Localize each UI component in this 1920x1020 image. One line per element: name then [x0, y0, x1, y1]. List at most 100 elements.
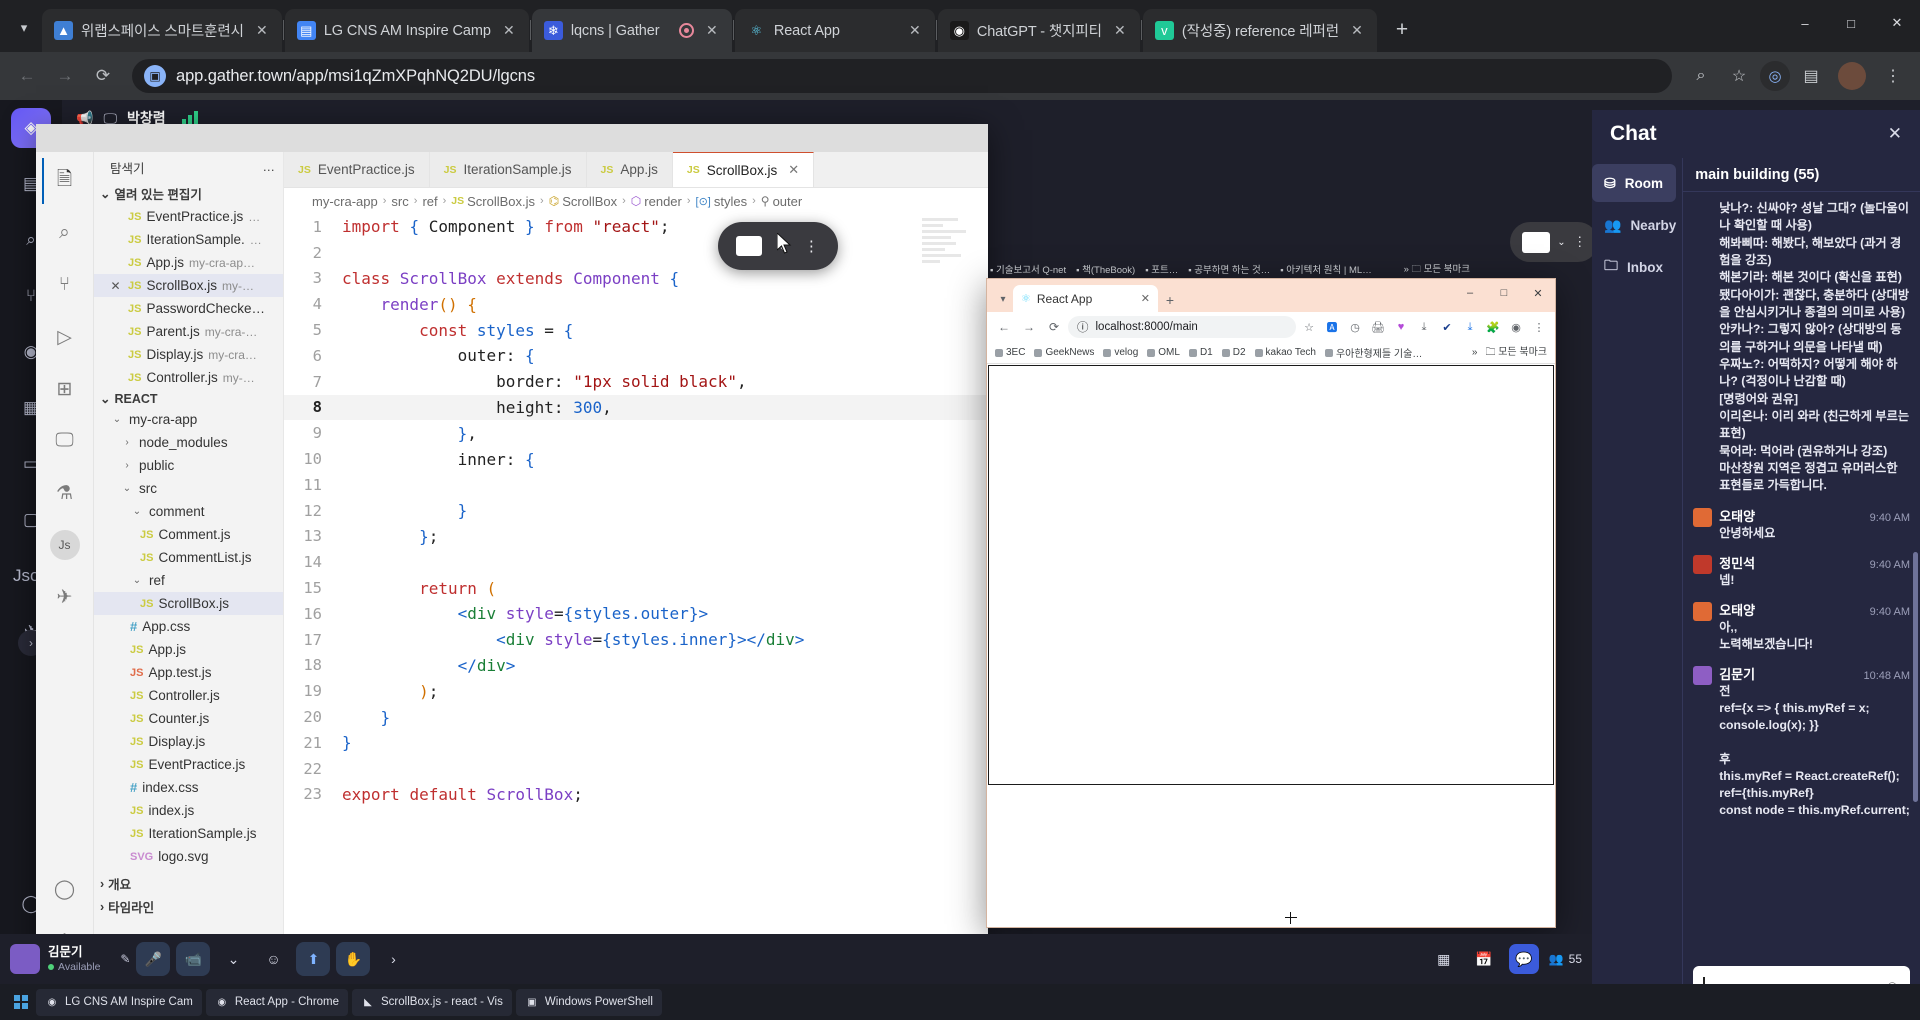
activity-testing-icon[interactable]: ⚗ — [42, 470, 88, 516]
chevron-right-icon[interactable]: › — [120, 460, 134, 471]
code-line-11[interactable]: 11 — [284, 472, 988, 498]
browser-tab-5[interactable]: v (작성중) reference 레퍼런 ✕ — [1142, 9, 1377, 52]
popup-bookmark-7[interactable]: 우아한형제들 기술… — [1324, 345, 1422, 360]
zoom-search-icon[interactable]: ⌕ — [1684, 59, 1718, 93]
code-line-19[interactable]: 19 ); — [284, 678, 988, 704]
open-editor-item-4[interactable]: JS PasswordChecke… — [94, 297, 283, 320]
code-line-17[interactable]: 17 <div style={styles.inner}></div> — [284, 627, 988, 653]
activity-remote-icon[interactable]: 🖵 — [42, 418, 88, 464]
chevron-down-icon[interactable]: ⌄ — [130, 575, 144, 586]
popup-bookmark-4[interactable]: D1 — [1188, 347, 1213, 358]
close-icon[interactable]: ✕ — [905, 21, 925, 41]
close-icon[interactable]: ✕ — [252, 21, 272, 41]
explorer-more-icon[interactable]: … — [263, 160, 276, 174]
activity-explorer-icon[interactable]: 🗎 — [42, 158, 88, 204]
taskbar-item-1[interactable]: ◉ React App - Chrome — [205, 988, 349, 1016]
mic-button[interactable]: 🎤 — [136, 942, 171, 976]
close-icon[interactable]: ✕ — [499, 21, 519, 41]
outer-bookmark-0[interactable]: ▪ 기술보고서 Q-net — [990, 262, 1066, 276]
close-icon[interactable]: ✕ — [702, 21, 722, 41]
editor-tab-0[interactable]: JS EventPractice.js — [284, 152, 430, 187]
code-line-3[interactable]: 3 class ScrollBox extends Component { — [284, 266, 988, 292]
extensions-icon[interactable]: 🧩 — [1483, 317, 1503, 337]
code-line-1[interactable]: 1 import { Component } from "react"; — [284, 214, 988, 240]
tab-search-chevron-icon[interactable]: ▾ — [993, 286, 1013, 312]
back-icon[interactable]: ← — [993, 316, 1015, 338]
new-tab-button[interactable]: + — [1385, 13, 1419, 47]
chat-button[interactable]: 💬 — [1508, 944, 1539, 974]
tree-item-app-js[interactable]: JS App.js — [94, 638, 283, 661]
outer-bookmark-1[interactable]: ▪ 책(TheBook) — [1076, 262, 1135, 276]
tree-item-app-test-js[interactable]: JS App.test.js — [94, 661, 283, 684]
more-button[interactable]: › — [376, 942, 410, 976]
chevron-down-icon[interactable]: ⌄ — [1557, 237, 1565, 248]
close-icon[interactable]: ✕ — [108, 279, 123, 293]
popup-bookmark-1[interactable]: GeekNews — [1034, 347, 1094, 358]
open-editors-section[interactable]: ⌄ 열려 있는 편집기 — [94, 182, 283, 205]
close-icon[interactable]: ✕ — [1110, 21, 1130, 41]
editor-tab-2[interactable]: JS App.js — [586, 152, 673, 187]
code-editor[interactable]: 1 import { Component } from "react"; 2 3 cla… — [284, 214, 988, 940]
code-line-8[interactable]: 8 height: 300, — [284, 394, 988, 421]
code-line-7[interactable]: 7 border: "1px solid black", — [284, 369, 988, 395]
activity-extensions-icon[interactable]: ⊞ — [42, 366, 88, 412]
tree-item-ref[interactable]: ⌄ ref — [94, 569, 283, 592]
code-line-2[interactable]: 2 — [284, 240, 988, 266]
reload-icon[interactable]: ⟳ — [1043, 316, 1065, 338]
editor-tab-3[interactable]: JS ScrollBox.js ✕ — [672, 152, 815, 187]
verified-icon[interactable]: ✔ — [1437, 317, 1457, 337]
breadcrumb-item-5[interactable]: ⬡ render — [631, 194, 682, 209]
timeline-section[interactable]: › 타임라인 — [94, 895, 283, 918]
address-bar[interactable]: ▣ app.gather.town/app/msi1qZmXPqhNQ2DU/l… — [132, 59, 1672, 93]
editor-tab-1[interactable]: JS IterationSample.js — [429, 152, 587, 187]
translate-icon[interactable]: 🅰 — [1322, 317, 1342, 337]
chat-scrollbar[interactable] — [1913, 552, 1918, 802]
tree-item-src[interactable]: ⌄ src — [94, 477, 283, 500]
forward-icon[interactable]: → — [48, 59, 82, 93]
print-icon[interactable]: 🖨 — [1368, 317, 1388, 337]
popup-tab-react-app[interactable]: ⚛ React App ✕ — [1013, 285, 1158, 312]
breadcrumb-item-6[interactable]: [⊙] styles — [696, 194, 748, 209]
activity-account-icon[interactable]: ◯ — [42, 866, 88, 912]
minimap[interactable] — [922, 218, 974, 288]
project-root-section[interactable]: ⌄ REACT — [94, 389, 283, 408]
open-editor-item-3[interactable]: ✕ JS ScrollBox.js my-… — [94, 274, 283, 297]
participants-count[interactable]: 👥 55 — [1549, 952, 1582, 966]
profile-avatar[interactable]: ◉ — [1506, 317, 1526, 337]
breadcrumb-item-7[interactable]: ⚲ outer — [761, 194, 802, 209]
close-icon[interactable]: ✕ — [1347, 21, 1367, 41]
open-editor-item-2[interactable]: JS App.js my-cra-ap… — [94, 251, 283, 274]
popup-bookmark-0[interactable]: 3EC — [995, 347, 1025, 358]
breadcrumb-item-4[interactable]: ⌬ ScrollBox — [549, 194, 617, 209]
close-icon[interactable]: ✕ — [1874, 0, 1920, 46]
breadcrumb-item-2[interactable]: ref — [422, 194, 437, 209]
maximize-icon[interactable]: □ — [1828, 0, 1874, 46]
chevron-down-icon[interactable]: ⌄ — [130, 506, 144, 517]
code-line-14[interactable]: 14 — [284, 549, 988, 575]
code-line-13[interactable]: 13 }; — [284, 524, 988, 550]
chevron-down-icon[interactable]: ⌄ — [110, 414, 124, 425]
activity-json-icon[interactable]: Js — [42, 522, 88, 568]
chat-message-list[interactable]: 낮나?: 신싸야? 성날 그대? (놀다움이나 확인할 때 사용) 해봐삐따: … — [1683, 192, 1920, 958]
minimize-icon[interactable]: – — [1782, 0, 1828, 46]
activity-search-icon[interactable]: ⌕ — [42, 210, 88, 256]
taskbar-item-2[interactable]: ◣ ScrollBox.js - react - Vis — [352, 988, 512, 1016]
camera-button[interactable]: 📹 — [176, 942, 211, 976]
code-line-15[interactable]: 15 return ( — [284, 575, 988, 601]
close-icon[interactable]: ✕ — [1521, 279, 1555, 307]
tree-item-commentlist-js[interactable]: JS CommentList.js — [94, 546, 283, 569]
raise-hand-button[interactable]: ✋ — [336, 942, 371, 976]
popup-address-bar[interactable]: ⓘ localhost:8000/main — [1068, 316, 1296, 338]
tab-search-chevron-icon[interactable]: ▾ — [6, 8, 42, 48]
close-icon[interactable]: ✕ — [1888, 124, 1902, 144]
tree-item-logo-svg[interactable]: SVG logo.svg — [94, 845, 283, 868]
chevron-down-icon[interactable]: ⌄ — [120, 483, 134, 494]
tree-item-index-js[interactable]: JS index.js — [94, 799, 283, 822]
wallet-icon[interactable]: ♥ — [1391, 317, 1411, 337]
code-line-20[interactable]: 20 } — [284, 704, 988, 730]
all-bookmarks-label[interactable]: 🗀 모든 북마크 — [1485, 343, 1547, 362]
code-line-6[interactable]: 6 outer: { — [284, 343, 988, 369]
code-line-10[interactable]: 10 inner: { — [284, 446, 988, 472]
download-icon[interactable]: ⤓ — [1414, 317, 1434, 337]
tree-item-display-js[interactable]: JS Display.js — [94, 730, 283, 753]
